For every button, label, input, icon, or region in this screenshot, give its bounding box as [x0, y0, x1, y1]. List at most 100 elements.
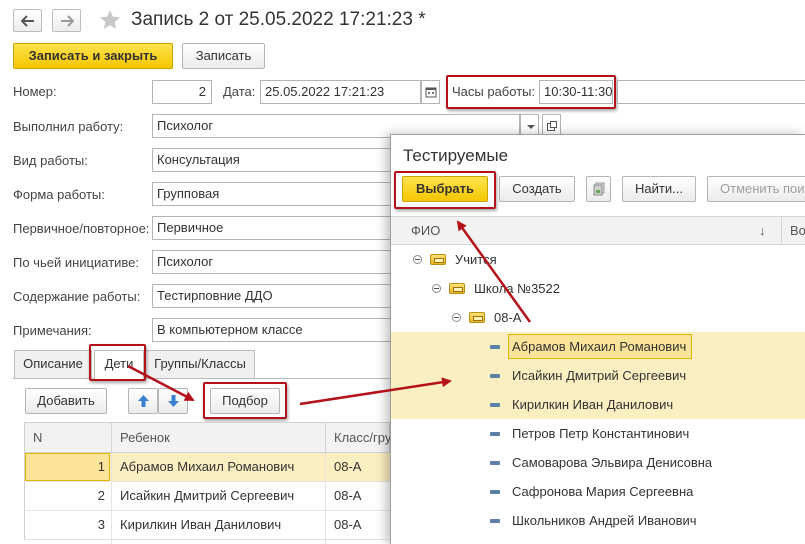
column-header-fio[interactable]: ФИО ↓	[391, 216, 781, 245]
column-header-age[interactable]: Во	[781, 216, 805, 245]
item-icon	[490, 403, 500, 407]
table-row[interactable]: 1 Абрамов Михаил Романович 08-А	[24, 453, 390, 482]
folder-icon	[469, 312, 485, 323]
chevron-down-icon	[527, 125, 535, 129]
tree-node-label: Школа №3522	[474, 281, 560, 296]
row-number: 3	[97, 517, 105, 532]
move-down-button[interactable]	[158, 388, 188, 414]
tree-node-label: Петров Петр Константинович	[512, 426, 690, 441]
tree-node-label: Сафронова Мария Сергеевна	[512, 484, 694, 499]
tree-node-label: Школьников Андрей Иванович	[512, 513, 697, 528]
content-field[interactable]: Тестирповние ДДО	[152, 284, 392, 308]
tree-row-group[interactable]: Школа №3522	[391, 274, 805, 303]
copy-icon	[593, 182, 605, 196]
row-class: 08-А	[334, 488, 362, 503]
row-class: 08-А	[334, 459, 362, 474]
work-form-label: Форма работы:	[13, 187, 105, 202]
sort-arrow-icon: ↓	[759, 223, 766, 238]
list-item[interactable]: Сафронова Мария Сергеевна	[391, 477, 805, 506]
tree-row-group[interactable]: 08-А	[391, 303, 805, 332]
tab-description[interactable]: Описание	[14, 350, 92, 378]
pick-button[interactable]: Подбор	[210, 388, 280, 414]
folder-icon	[449, 283, 465, 294]
notes-label: Примечания:	[13, 323, 92, 338]
copy-button[interactable]	[586, 176, 611, 202]
arrow-up-icon	[138, 395, 149, 407]
tree-node-label: Кирилкин Иван Данилович	[512, 397, 674, 412]
save-and-close-button[interactable]: Записать и закрыть	[13, 43, 173, 69]
column-header-child[interactable]: Ребенок	[112, 423, 326, 452]
column-header-fio-label: ФИО	[411, 223, 441, 238]
row-child-name: Кирилкин Иван Данилович	[120, 517, 282, 532]
collapse-icon[interactable]	[432, 284, 441, 293]
column-separator	[325, 453, 326, 544]
popup-title: Тестируемые	[403, 146, 509, 165]
item-icon	[490, 374, 500, 378]
save-button[interactable]: Записать	[182, 43, 265, 69]
list-item[interactable]: Кирилкин Иван Данилович	[391, 390, 805, 419]
row-child-name: Исайкин Дмитрий Сергеевич	[120, 488, 295, 503]
item-icon	[490, 345, 500, 349]
move-up-button[interactable]	[128, 388, 158, 414]
number-label: Номер:	[13, 84, 57, 99]
tree-node-label: 08-А	[494, 310, 522, 325]
cancel-search-button[interactable]: Отменить поис	[707, 176, 805, 202]
select-button[interactable]: Выбрать	[402, 176, 488, 202]
list-item[interactable]: Школьников Андрей Иванович	[391, 506, 805, 535]
item-icon	[490, 490, 500, 494]
hours-field[interactable]: 10:30-11:30	[539, 80, 613, 104]
add-child-button[interactable]: Добавить	[25, 388, 107, 414]
back-button[interactable]	[13, 9, 42, 32]
page-title: Запись 2 от 25.05.2022 17:21:23 *	[131, 9, 426, 30]
open-window-icon	[547, 121, 557, 131]
hours-label: Часы работы:	[452, 84, 536, 99]
tree-row-group[interactable]: Учится	[391, 245, 805, 274]
number-field[interactable]: 2	[152, 80, 212, 104]
row-number: 2	[97, 488, 105, 503]
notes-field[interactable]: В компьютерном классе	[152, 318, 392, 342]
row-child-name: Абрамов Михаил Романович	[120, 459, 295, 474]
column-header-class[interactable]: Класс/гру	[326, 423, 390, 452]
folder-icon	[430, 254, 446, 265]
table-row[interactable]: 3 Кирилкин Иван Данилович 08-А	[24, 511, 390, 540]
performer-label: Выполнил работу:	[13, 119, 124, 134]
primary-label: Первичное/повторное:	[13, 221, 150, 236]
initiative-label: По чьей инициативе:	[13, 255, 140, 270]
row-class: 08-А	[334, 517, 362, 532]
hours-extra-field	[617, 80, 805, 104]
tree-node-label: Абрамов Михаил Романович	[512, 339, 687, 354]
initiative-field[interactable]: Психолог	[152, 250, 392, 274]
list-item[interactable]: Исайкин Дмитрий Сергеевич	[391, 361, 805, 390]
tree-node-label: Самоварова Эльвира Денисовна	[512, 455, 713, 470]
list-item[interactable]: Абрамов Михаил Романович	[391, 332, 805, 361]
date-field[interactable]: 25.05.2022 17:21:23	[260, 80, 421, 104]
column-header-n[interactable]: N	[25, 423, 112, 452]
tab-groups-classes[interactable]: Группы/Классы	[145, 350, 255, 378]
tab-strip-line	[13, 378, 393, 379]
arrow-left-icon	[21, 15, 34, 27]
testees-popup-window: Тестируемые Выбрать Создать Найти... Отм…	[390, 134, 805, 544]
calendar-icon	[425, 87, 437, 98]
find-button[interactable]: Найти...	[622, 176, 696, 202]
tree-node-label: Учится	[455, 252, 497, 267]
row-number: 1	[97, 459, 105, 474]
list-item[interactable]: Петров Петр Константинович	[391, 419, 805, 448]
list-item[interactable]: Самоварова Эльвира Денисовна	[391, 448, 805, 477]
star-icon[interactable]	[98, 8, 122, 32]
item-icon	[490, 461, 500, 465]
collapse-icon[interactable]	[413, 255, 422, 264]
create-button[interactable]: Создать	[499, 176, 575, 202]
tree-node-label: Исайкин Дмитрий Сергеевич	[512, 368, 687, 383]
forward-button[interactable]	[52, 9, 81, 32]
tab-children[interactable]: Дети	[94, 350, 144, 379]
calendar-button[interactable]	[421, 80, 440, 104]
work-form-field[interactable]: Групповая	[152, 182, 392, 206]
content-label: Содержание работы:	[13, 289, 141, 304]
item-icon	[490, 432, 500, 436]
collapse-icon[interactable]	[452, 313, 461, 322]
primary-field[interactable]: Первичное	[152, 216, 392, 240]
children-table-header: N Ребенок Класс/гру	[24, 422, 390, 453]
work-type-field[interactable]: Консультация	[152, 148, 392, 172]
table-row[interactable]: 2 Исайкин Дмитрий Сергеевич 08-А	[24, 482, 390, 511]
arrow-down-icon	[168, 395, 179, 407]
